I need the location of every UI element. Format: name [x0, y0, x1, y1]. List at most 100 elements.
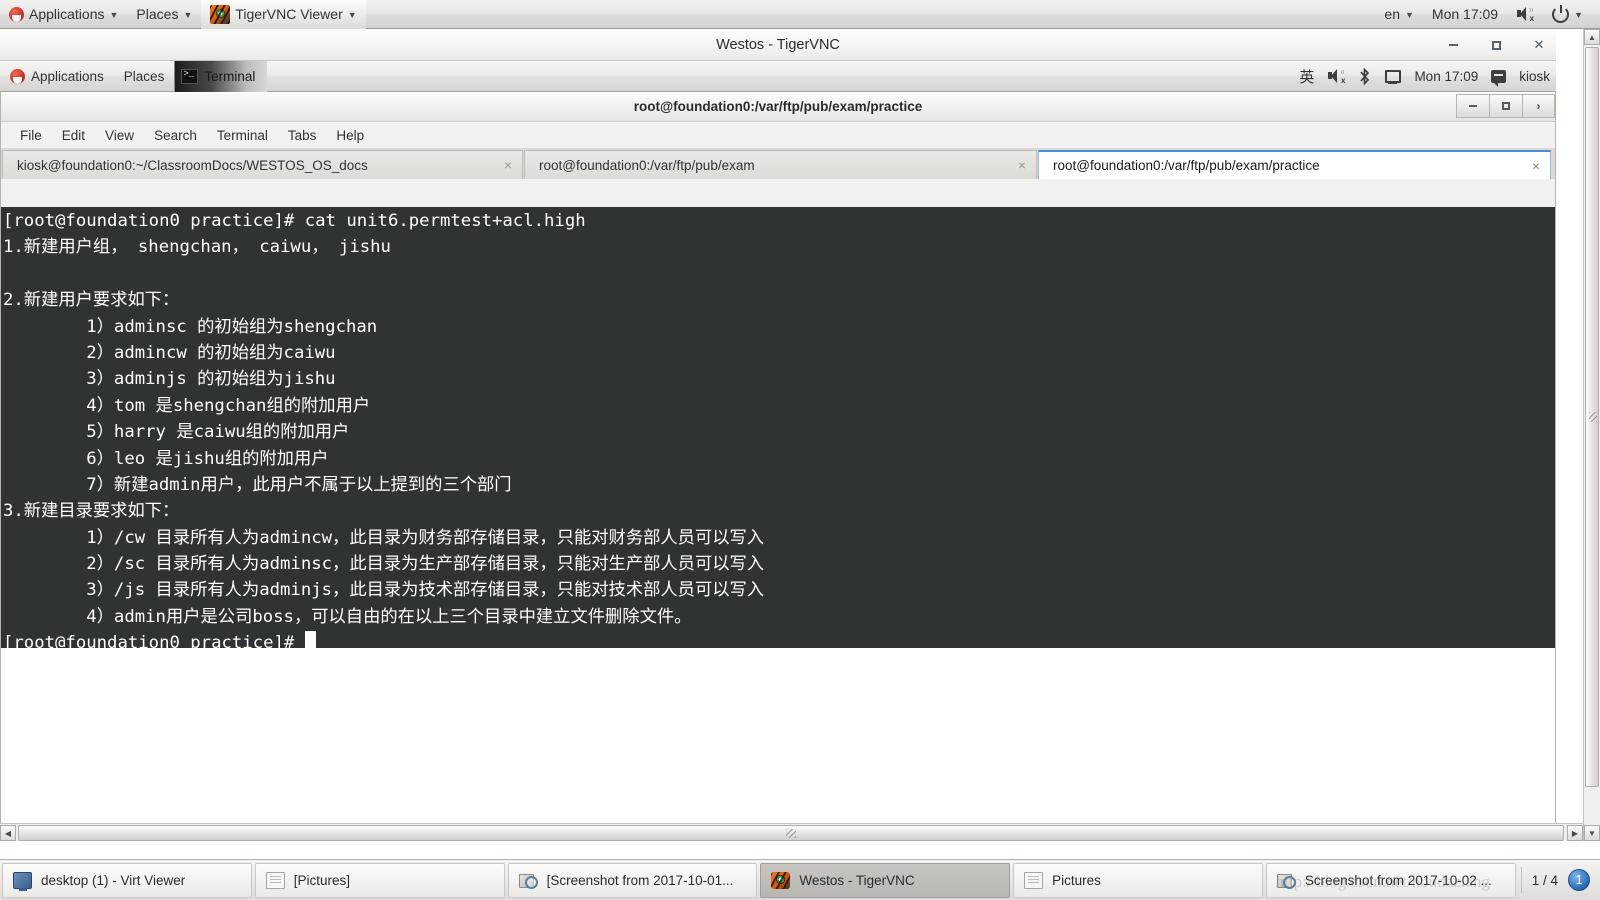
terminal-line: 2）/sc 目录所有人为adminsc，此目录为生产部存储目录，只能对生产部人员…	[3, 554, 765, 575]
taskbar-item-virt-viewer[interactable]: desktop (1) - Virt Viewer	[2, 862, 252, 898]
host-top-panel: Applications ▼ Places ▼ TigerVNC Viewer …	[0, 0, 1600, 29]
menu-terminal[interactable]: Terminal	[207, 125, 278, 146]
guest-top-panel: Applications Places Terminal 英 ⁾⁾x	[0, 60, 1556, 92]
document-icon	[1024, 871, 1044, 889]
tab-close-icon[interactable]: ×	[1018, 157, 1026, 173]
scroll-left-icon[interactable]: ◀	[0, 825, 16, 841]
vnc-vertical-scrollbar[interactable]: ▲ ▼	[1583, 29, 1600, 841]
terminal-line: 7）新建admin用户，此用户不属于以上提到的三个部门	[3, 474, 512, 495]
terminal-line: 6）leo 是jishu组的附加用户	[3, 448, 329, 469]
taskbar-item-pictures[interactable]: Pictures	[1013, 862, 1263, 898]
taskbar-pager-area: 1 / 4 1	[1524, 869, 1598, 891]
taskbar-item-screenshot-1001[interactable]: [Screenshot from 2017-10-01...	[507, 862, 758, 898]
host-volume-menu[interactable]: ⁾⁾ x	[1507, 0, 1543, 29]
vnc-viewer-area: Westos - TigerVNC ✕ Applications Places …	[0, 29, 1600, 841]
taskbar-item-label: desktop (1) - Virt Viewer	[41, 872, 186, 888]
menu-tabs[interactable]: Tabs	[278, 125, 327, 146]
terminal-line: [root@foundation0 practice]# cat unit6.p…	[3, 211, 586, 231]
host-applications-menu[interactable]: Applications ▼	[0, 0, 127, 29]
guest-applications-menu[interactable]: Applications	[0, 61, 114, 92]
terminal-screen[interactable]: [root@foundation0 practice]# cat unit6.p…	[1, 207, 1555, 648]
host-system-menu[interactable]: ▼	[1543, 0, 1592, 29]
taskbar-item-screenshot-1002[interactable]: Screenshot from 2017-10-02 ...	[1265, 862, 1516, 898]
guest-places-label: Places	[123, 68, 165, 84]
terminal-line: 3.新建目录要求如下：	[3, 501, 180, 522]
chat-icon[interactable]	[1491, 69, 1507, 87]
terminal-tab-1[interactable]: kiosk@foundation0:~/ClassroomDocs/WESTOS…	[2, 150, 523, 179]
menu-edit[interactable]: Edit	[52, 125, 95, 146]
bluetooth-icon[interactable]	[1358, 66, 1371, 86]
host-clock-label: Mon 17:09	[1431, 6, 1499, 22]
menu-view[interactable]: View	[95, 125, 144, 146]
scroll-right-icon[interactable]: ▶	[1567, 825, 1583, 841]
fedora-logo-icon	[10, 68, 25, 84]
terminal-icon	[181, 68, 199, 84]
vertical-scrollbar-thumb[interactable]	[1585, 47, 1599, 787]
tab-close-icon[interactable]: ×	[1532, 158, 1540, 174]
terminal-close-button[interactable]: ›	[1522, 94, 1555, 118]
network-disconnected-icon[interactable]	[1384, 69, 1402, 84]
scroll-up-icon[interactable]: ▲	[1584, 29, 1600, 45]
monitor-icon	[13, 871, 32, 891]
tab-label: root@foundation0:/var/ftp/pub/exam	[539, 157, 755, 173]
gnome-terminal-window: root@foundation0:/var/ftp/pub/exam/pract…	[0, 92, 1556, 830]
screenshot-icon	[518, 872, 538, 889]
host-taskbar: desktop (1) - Virt Viewer [Pictures] [Sc…	[0, 859, 1600, 900]
chevron-down-icon: ▼	[1404, 9, 1414, 20]
terminal-tab-3[interactable]: root@foundation0:/var/ftp/pub/exam/pract…	[1038, 150, 1551, 179]
vnc-minimize-button[interactable]	[1444, 36, 1462, 54]
document-icon	[265, 871, 285, 889]
input-method-icon[interactable]: 英	[1299, 66, 1314, 87]
workspace-indicator[interactable]: 1	[1567, 869, 1590, 891]
scroll-down-icon[interactable]: ▼	[1584, 825, 1600, 841]
terminal-window-controls: ›	[1456, 94, 1555, 118]
terminal-line: 2）admincw 的初始组为caiwu	[3, 342, 336, 363]
horizontal-scrollbar-thumb[interactable]	[18, 825, 1564, 841]
vnc-window-controls: ✕	[1444, 29, 1548, 61]
terminal-prompt-line: [root@foundation0 practice]#	[3, 630, 1555, 648]
vnc-maximize-button[interactable]	[1487, 36, 1505, 54]
host-window-menu-tigervnc[interactable]: TigerVNC Viewer ▼	[201, 0, 366, 29]
menu-search[interactable]: Search	[144, 125, 207, 146]
menu-file[interactable]: File	[10, 125, 52, 146]
guest-places-menu[interactable]: Places	[114, 61, 175, 92]
taskbar-item-pictures-min[interactable]: [Pictures]	[254, 862, 505, 898]
menu-help[interactable]: Help	[326, 125, 374, 146]
terminal-menubar: File Edit View Search Terminal Tabs Help	[1, 122, 1555, 149]
guest-active-app-label: Terminal	[204, 68, 256, 84]
terminal-cursor	[304, 631, 316, 648]
vnc-horizontal-scrollbar[interactable]: ◀ ▶	[0, 823, 1583, 841]
taskbar-item-westos-tigervnc[interactable]: Westos - TigerVNC	[760, 862, 1011, 898]
terminal-minimize-button[interactable]	[1456, 94, 1489, 118]
taskbar-item-label: Screenshot from 2017-10-02 ...	[1304, 872, 1492, 888]
chevron-down-icon: ▼	[183, 9, 193, 20]
terminal-line: 1.新建用户组， shengchan， caiwu， jishu	[3, 237, 391, 258]
tab-close-icon[interactable]: ×	[504, 157, 512, 173]
host-status-area: en ▼ Mon 17:09 ⁾⁾ x ▼	[1375, 0, 1600, 29]
host-clock[interactable]: Mon 17:09	[1423, 0, 1507, 29]
guest-user-label[interactable]: kiosk	[1519, 69, 1550, 84]
taskbar-item-label: [Pictures]	[293, 872, 351, 888]
terminal-maximize-button[interactable]	[1489, 94, 1522, 118]
terminal-title: root@foundation0:/var/ftp/pub/exam/pract…	[633, 99, 923, 114]
terminal-line: 1）/cw 目录所有人为admincw，此目录为财务部存储目录，只能对财务部人员…	[3, 527, 765, 548]
vnc-window-title: Westos - TigerVNC	[716, 36, 840, 53]
terminal-tab-2[interactable]: root@foundation0:/var/ftp/pub/exam ×	[524, 150, 1037, 179]
vnc-close-button[interactable]: ✕	[1530, 36, 1548, 54]
keyboard-layout-indicator[interactable]: en ▼	[1375, 0, 1423, 29]
terminal-line: 5）harry 是caiwu组的附加用户	[3, 422, 350, 443]
tab-label: root@foundation0:/var/ftp/pub/exam/pract…	[1053, 158, 1320, 173]
workspace-pager-label[interactable]: 1 / 4	[1532, 873, 1558, 888]
guest-status-area: 英 ⁾⁾ x Mon 17:09 kiosk	[1299, 66, 1556, 87]
chevron-down-icon: ▼	[347, 9, 357, 20]
guest-clock[interactable]: Mon 17:09	[1414, 69, 1478, 84]
host-places-menu[interactable]: Places ▼	[127, 0, 201, 29]
taskbar-item-label: Westos - TigerVNC	[799, 872, 915, 888]
guest-window-menu-terminal[interactable]: Terminal	[174, 60, 268, 92]
terminal-line: 3）/js 目录所有人为adminjs，此目录为技术部存储目录，只能对技术部人员…	[3, 580, 765, 601]
chevron-down-icon: ▼	[1574, 9, 1583, 20]
volume-muted-icon[interactable]: ⁾⁾ x	[1327, 68, 1345, 85]
terminal-line: 1）adminsc 的初始组为shengchan	[3, 316, 378, 337]
terminal-line: 3）adminjs 的初始组为jishu	[3, 369, 336, 390]
